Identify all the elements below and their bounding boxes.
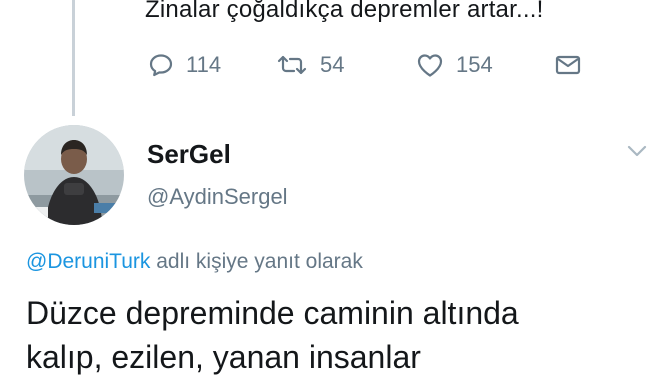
display-name[interactable]: SerGel	[147, 139, 231, 170]
tweet-thread: Zinalar çoğaldıkça depremler artar...! 1…	[0, 0, 672, 378]
chevron-down-icon[interactable]	[624, 142, 650, 160]
avatar[interactable]	[24, 125, 124, 225]
reply-mention-link[interactable]: @DeruniTurk	[26, 250, 150, 273]
retweet-icon	[276, 52, 308, 78]
reply-count: 114	[186, 52, 222, 77]
thread-connector-line	[72, 0, 75, 116]
direct-message-button[interactable]	[554, 53, 582, 77]
tweet-text-line: kalıp, ezilen, yanan insanlar	[26, 339, 421, 375]
heart-icon	[416, 52, 444, 78]
like-button[interactable]: 154	[416, 52, 554, 78]
like-count: 154	[456, 52, 493, 77]
reply-context-text: adlı kişiye yanıt olarak	[150, 250, 363, 273]
username[interactable]: @AydinSergel	[147, 184, 288, 210]
tweet-text: Düzce depreminde caminin altında kalıp, …	[26, 291, 666, 378]
tweet-text-line: Düzce depreminde caminin altında	[26, 295, 519, 331]
reply-button[interactable]: 114	[148, 52, 276, 78]
reply-context: @DeruniTurk adlı kişiye yanıt olarak	[26, 250, 363, 274]
envelope-icon	[554, 53, 582, 77]
previous-tweet-text: Zinalar çoğaldıkça depremler artar...!	[145, 0, 544, 23]
retweet-count: 54	[320, 52, 345, 77]
retweet-button[interactable]: 54	[276, 52, 416, 78]
previous-tweet-actions: 114 54 154	[148, 50, 582, 80]
reply-icon	[148, 52, 174, 78]
